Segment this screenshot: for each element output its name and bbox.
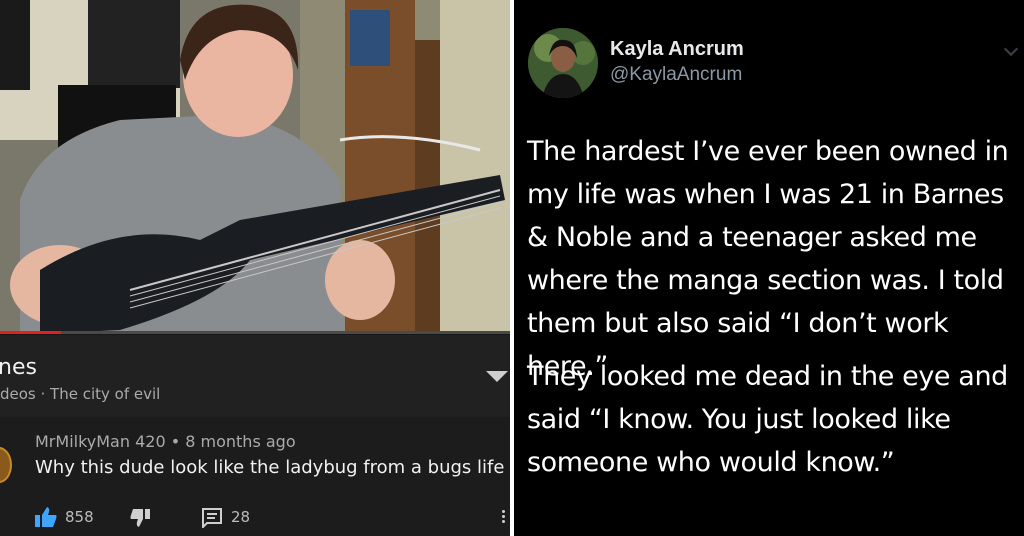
tweet-display-name[interactable]: Kayla Ancrum: [610, 38, 744, 61]
comment-meta-separator: •: [170, 432, 181, 451]
video-subtitle: deos · The city of evil: [0, 385, 161, 403]
poster-band: [88, 0, 180, 88]
tweet-avatar[interactable]: [528, 28, 598, 98]
tweet-paragraph: They looked me dead in the eye and said …: [527, 361, 1008, 478]
video-player[interactable]: [0, 0, 510, 334]
reply-icon[interactable]: [202, 508, 222, 532]
comment-text: Why this dude look like the ladybug from…: [35, 457, 505, 478]
reply-count: 28: [231, 508, 251, 526]
comment-author[interactable]: MrMilkyMan 420: [35, 432, 166, 451]
comment-meta: MrMilkyMan 420 • 8 months ago: [35, 432, 296, 451]
video-info-section: nes deos · The city of evil: [0, 335, 510, 417]
door-sign: [350, 10, 390, 66]
expand-caret-icon[interactable]: [486, 371, 508, 382]
like-count: 858: [65, 508, 94, 526]
video-progress-fill: [0, 331, 62, 334]
comment-actions: 858 28: [35, 505, 495, 532]
tweet-screenshot: Kayla Ancrum @KaylaAncrum The hardest I’…: [514, 0, 1024, 536]
video-title[interactable]: nes: [0, 355, 37, 380]
tweet-handle[interactable]: @KaylaAncrum: [610, 64, 742, 86]
commenter-avatar[interactable]: [0, 447, 12, 483]
comment-time: 8 months ago: [185, 432, 296, 451]
poster-left: [0, 0, 30, 90]
more-vert-icon[interactable]: [500, 508, 506, 528]
youtube-screenshot: nes deos · The city of evil MrMilkyMan 4…: [0, 0, 510, 536]
tweet-paragraph: The hardest I’ve ever been owned in my l…: [527, 136, 1009, 382]
thumbs-up-icon[interactable]: [35, 507, 57, 531]
comment: MrMilkyMan 420 • 8 months ago Why this d…: [0, 417, 510, 536]
video-progress-bar[interactable]: [0, 331, 510, 334]
thumbs-down-icon[interactable]: [130, 509, 150, 531]
video-frame: [0, 0, 510, 334]
chevron-down-icon[interactable]: [1003, 41, 1019, 57]
